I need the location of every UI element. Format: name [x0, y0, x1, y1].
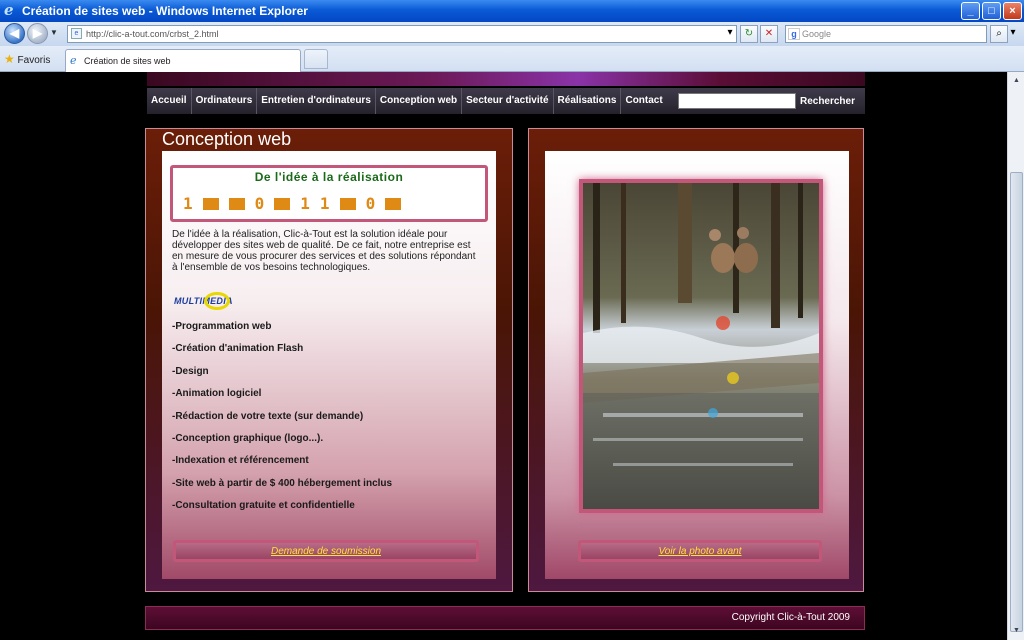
- tab-title: Création de sites web: [84, 56, 171, 66]
- close-button[interactable]: ×: [1003, 2, 1022, 20]
- view-before-photo-button[interactable]: Voir la photo avant: [578, 540, 822, 562]
- window-controls: _ □ ×: [961, 2, 1022, 20]
- binary-digit: 0: [254, 194, 265, 213]
- vertical-scrollbar[interactable]: ▲ ▼: [1007, 72, 1024, 640]
- deer-photo-image: [583, 183, 819, 509]
- window-title: Création de sites web - Windows Internet…: [22, 4, 308, 18]
- scroll-up-icon[interactable]: ▲: [1010, 74, 1023, 88]
- nav-item-entretien[interactable]: Entretien d'ordinateurs: [257, 88, 376, 114]
- binary-block: [339, 197, 356, 210]
- binary-block: [274, 197, 291, 210]
- search-options-icon[interactable]: ▾: [1008, 25, 1018, 43]
- idea-banner: De l'idée à la réalisation 1 0 1 1 0: [170, 165, 488, 222]
- maximize-button[interactable]: □: [982, 2, 1001, 20]
- ring-icon: [204, 292, 230, 310]
- star-icon: ★: [4, 52, 15, 66]
- ie-logo-icon: e: [4, 1, 14, 19]
- back-button[interactable]: ◀: [4, 23, 25, 44]
- list-item: -Rédaction de votre texte (sur demande): [172, 410, 364, 422]
- site-search-input[interactable]: [677, 93, 796, 109]
- scroll-thumb[interactable]: [1010, 172, 1023, 632]
- nav-item-conception-web[interactable]: Conception web: [376, 88, 463, 114]
- page-viewport: Accueil Ordinateurs Entretien d'ordinate…: [0, 72, 1007, 640]
- site-search: Rechercher: [677, 93, 865, 109]
- site-navigation: Accueil Ordinateurs Entretien d'ordinate…: [147, 88, 865, 114]
- address-url: http://clic-a-tout.com/crbst_2.html: [86, 29, 219, 39]
- google-icon: g: [788, 28, 800, 40]
- nav-item-secteur[interactable]: Secteur d'activité: [462, 88, 554, 114]
- tab-active[interactable]: e Création de sites web: [65, 49, 301, 72]
- binary-digit: 1: [183, 194, 193, 213]
- left-panel: Conception web De l'idée à la réalisatio…: [145, 128, 513, 592]
- history-dropdown-icon[interactable]: ▼: [50, 28, 58, 37]
- refresh-icon[interactable]: ↻: [740, 25, 758, 43]
- binary-block: [202, 197, 219, 210]
- stop-icon[interactable]: ✕: [760, 25, 778, 43]
- idea-banner-title: De l'idée à la réalisation: [254, 170, 404, 184]
- search-placeholder: Google: [802, 29, 832, 39]
- binary-digit: 1: [319, 194, 330, 213]
- left-panel-content: De l'idée à la réalisation 1 0 1 1 0 De …: [162, 151, 496, 579]
- binary-digit: 0: [365, 194, 376, 213]
- binary-block: [385, 197, 402, 210]
- page-footer: Copyright Clic-à-Tout 2009: [145, 606, 865, 630]
- tab-page-icon: e: [70, 54, 77, 67]
- browser-navbar: ◀ ▶ ▼ e http://clic-a-tout.com/crbst_2.h…: [0, 22, 1024, 46]
- favorites-button[interactable]: ★ Favoris: [4, 52, 50, 66]
- window-titlebar: e Création de sites web - Windows Intern…: [0, 0, 1024, 22]
- list-item: -Indexation et référencement: [172, 455, 309, 467]
- tabs-bar: ★ Favoris e Création de sites web: [0, 46, 1024, 72]
- list-item: -Programmation web: [172, 321, 272, 332]
- nav-item-realisations[interactable]: Réalisations: [554, 88, 622, 114]
- binary-block: [228, 197, 245, 210]
- address-dropdown-icon[interactable]: ▾: [723, 25, 737, 43]
- new-tab-button[interactable]: [304, 49, 328, 69]
- view-before-photo-link[interactable]: Voir la photo avant: [658, 546, 741, 557]
- list-item: -Consultation gratuite et confidentielle: [172, 500, 355, 512]
- binary-digit: 1: [300, 194, 310, 213]
- intro-paragraph: De l'idée à la réalisation, Clic-à-Tout …: [172, 229, 476, 273]
- multimedia-logo: MULTIMEDIA: [172, 291, 262, 311]
- forward-button[interactable]: ▶: [27, 23, 48, 44]
- quote-request-link[interactable]: Demande de soumission: [271, 546, 381, 557]
- copyright-text: Copyright Clic-à-Tout 2009: [731, 612, 850, 623]
- search-input[interactable]: g Google: [785, 25, 987, 43]
- nav-item-accueil[interactable]: Accueil: [147, 88, 192, 114]
- search-go-icon[interactable]: ⌕: [990, 25, 1008, 43]
- page-icon: e: [71, 28, 82, 39]
- list-item: -Conception graphique (logo...).: [172, 432, 324, 444]
- list-item: -Création d'animation Flash: [172, 343, 304, 355]
- deer-photo: [579, 179, 823, 513]
- list-item: -Design: [172, 365, 209, 377]
- favorites-label: Favoris: [17, 55, 51, 66]
- services-list: -Programmation web -Création d'animation…: [172, 321, 392, 523]
- address-bar[interactable]: e http://clic-a-tout.com/crbst_2.html: [67, 25, 737, 43]
- site-search-button[interactable]: Rechercher: [800, 96, 855, 107]
- quote-request-button[interactable]: Demande de soumission: [173, 540, 479, 562]
- right-panel: Voir la photo avant: [528, 128, 864, 592]
- list-item: -Animation logiciel: [172, 388, 262, 400]
- list-item: -Site web à partir de $ 400 hébergement …: [172, 477, 393, 489]
- right-panel-content: Voir la photo avant: [545, 151, 849, 579]
- page-title: Conception web: [162, 129, 292, 149]
- header-banner: [147, 72, 865, 86]
- nav-item-ordinateurs[interactable]: Ordinateurs: [192, 88, 258, 114]
- binary-strip: 1 0 1 1 0: [183, 194, 402, 213]
- minimize-button[interactable]: _: [961, 2, 980, 20]
- nav-item-contact[interactable]: Contact: [621, 88, 666, 114]
- scroll-down-icon[interactable]: ▼: [1010, 624, 1023, 638]
